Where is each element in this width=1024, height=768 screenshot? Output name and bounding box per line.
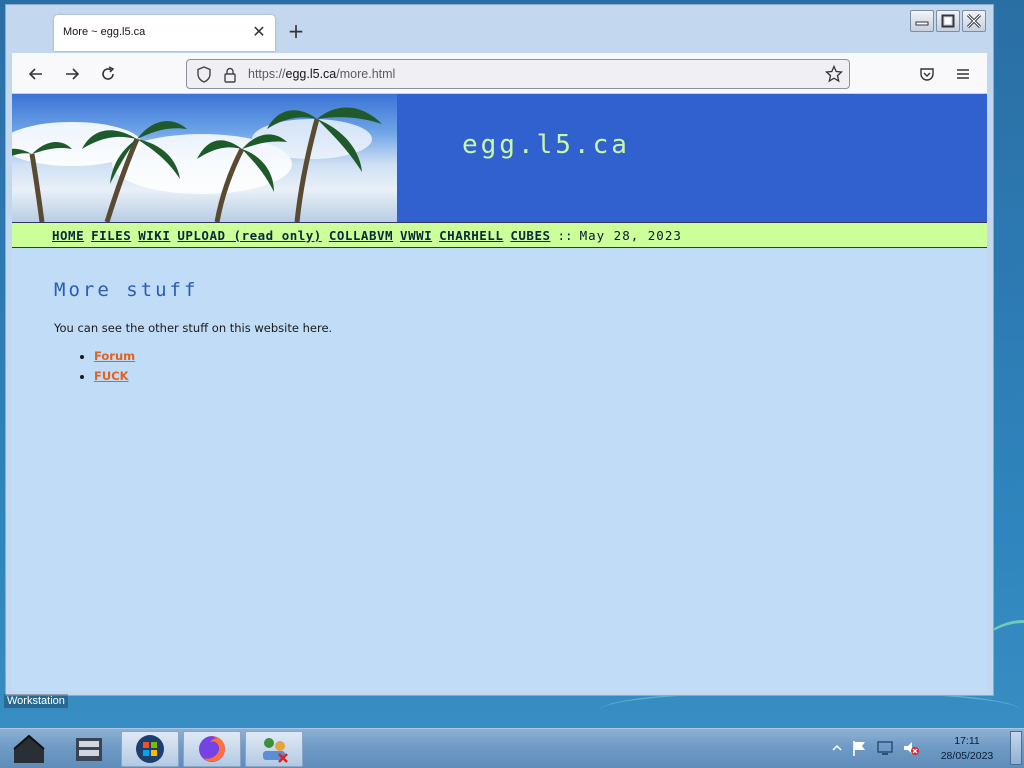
address-bar[interactable]: https://egg.l5.ca/more.html (186, 59, 850, 89)
links-list: Forum FUCK (94, 349, 954, 383)
nav-date: May 28, 2023 (579, 227, 682, 243)
users-network-icon (263, 738, 288, 763)
reload-icon (102, 66, 115, 80)
nav-link-files[interactable]: FILES (91, 228, 131, 243)
url-text[interactable]: https://egg.l5.ca/more.html (248, 67, 395, 81)
pocket-icon (920, 68, 934, 81)
firefox-taskbar-button[interactable] (183, 731, 241, 767)
browser-tab[interactable]: More ~ egg.l5.ca ✕ (54, 15, 275, 51)
desktop-wallpaper-arc (600, 690, 1020, 730)
nav-link-vwwi[interactable]: VWWI (400, 228, 432, 243)
intro-text: You can see the other stuff on this webs… (54, 321, 333, 335)
taskbar-clock[interactable]: 17:11 28/05/2023 (930, 734, 1004, 764)
close-icon (966, 13, 982, 29)
nav-link-upload[interactable]: UPLOAD (read only) (177, 228, 321, 243)
action-center-flag-icon[interactable] (850, 739, 868, 757)
main-content: More stuff You can see the other stuff o… (54, 279, 954, 389)
maximize-button[interactable] (936, 10, 960, 32)
home-icon (13, 734, 45, 763)
navigation-toolbar: https://egg.l5.ca/more.html (12, 53, 987, 94)
hamburger-menu-icon (957, 69, 969, 79)
bookmark-star-icon[interactable] (825, 65, 843, 83)
show-desktop-button[interactable] (1010, 731, 1022, 765)
file-manager-button[interactable] (60, 731, 118, 767)
desktop-tooltip: Workstation (4, 694, 68, 708)
clock-time: 17:11 (954, 735, 980, 747)
network-icon[interactable] (876, 739, 894, 757)
volume-muted-icon[interactable] (902, 739, 920, 757)
url-path: /more.html (336, 67, 396, 81)
url-host: egg.l5.ca (285, 67, 337, 81)
cabinet-icon (76, 738, 102, 761)
close-tab-icon[interactable]: ✕ (249, 22, 269, 42)
arrow-left-icon (28, 68, 42, 80)
palm-trees-image (12, 94, 397, 222)
minimize-button[interactable] (910, 10, 934, 32)
taskbar: 17:11 28/05/2023 (0, 728, 1024, 768)
close-window-button[interactable] (962, 10, 986, 32)
network-app-button[interactable] (245, 731, 303, 767)
nav-link-cubes[interactable]: CUBES (510, 228, 550, 243)
start-button[interactable] (121, 731, 179, 767)
menu-button[interactable] (952, 63, 974, 85)
system-tray (832, 739, 920, 757)
nav-link-collabvm[interactable]: COLLABVM (329, 228, 393, 243)
firefox-icon (199, 736, 225, 762)
nav-link-home[interactable]: HOME (52, 228, 84, 243)
home-button[interactable] (0, 731, 58, 767)
second-link[interactable]: FUCK (94, 369, 129, 383)
palm-trees-illustration (12, 107, 382, 222)
clock-date: 28/05/2023 (940, 750, 994, 762)
page-heading: More stuff (54, 279, 199, 301)
pocket-button[interactable] (916, 63, 938, 85)
new-tab-icon[interactable]: + (286, 21, 306, 41)
nav-link-wiki[interactable]: WIKI (138, 228, 170, 243)
lock-icon[interactable] (223, 66, 237, 84)
list-item: Forum (94, 349, 954, 363)
minimize-icon (915, 21, 929, 26)
nav-link-charhell[interactable]: CHARHELL (439, 228, 503, 243)
window-controls (910, 10, 986, 32)
windows-logo-icon (136, 735, 164, 763)
list-item: FUCK (94, 369, 954, 383)
web-page: egg.l5.ca HOME FILES WIKI UPLOAD (read o… (12, 94, 987, 691)
nav-separator: :: (557, 227, 573, 243)
tab-bar: More ~ egg.l5.ca ✕ + (6, 5, 993, 53)
url-scheme: https:// (248, 67, 286, 81)
shield-icon[interactable] (196, 66, 212, 84)
back-button[interactable] (25, 63, 47, 85)
arrow-right-icon (66, 68, 80, 80)
site-nav: HOME FILES WIKI UPLOAD (read only) COLLA… (12, 222, 987, 248)
tab-title: More ~ egg.l5.ca (63, 26, 146, 38)
forward-button[interactable] (61, 63, 83, 85)
site-banner: egg.l5.ca (12, 94, 987, 222)
show-hidden-icons-icon[interactable] (832, 743, 842, 753)
browser-window: More ~ egg.l5.ca ✕ + https://egg.l5.ca/m… (5, 4, 994, 696)
site-title: egg.l5.ca (462, 130, 630, 160)
reload-button[interactable] (97, 63, 119, 85)
forum-link[interactable]: Forum (94, 349, 135, 363)
maximize-icon (941, 14, 955, 28)
